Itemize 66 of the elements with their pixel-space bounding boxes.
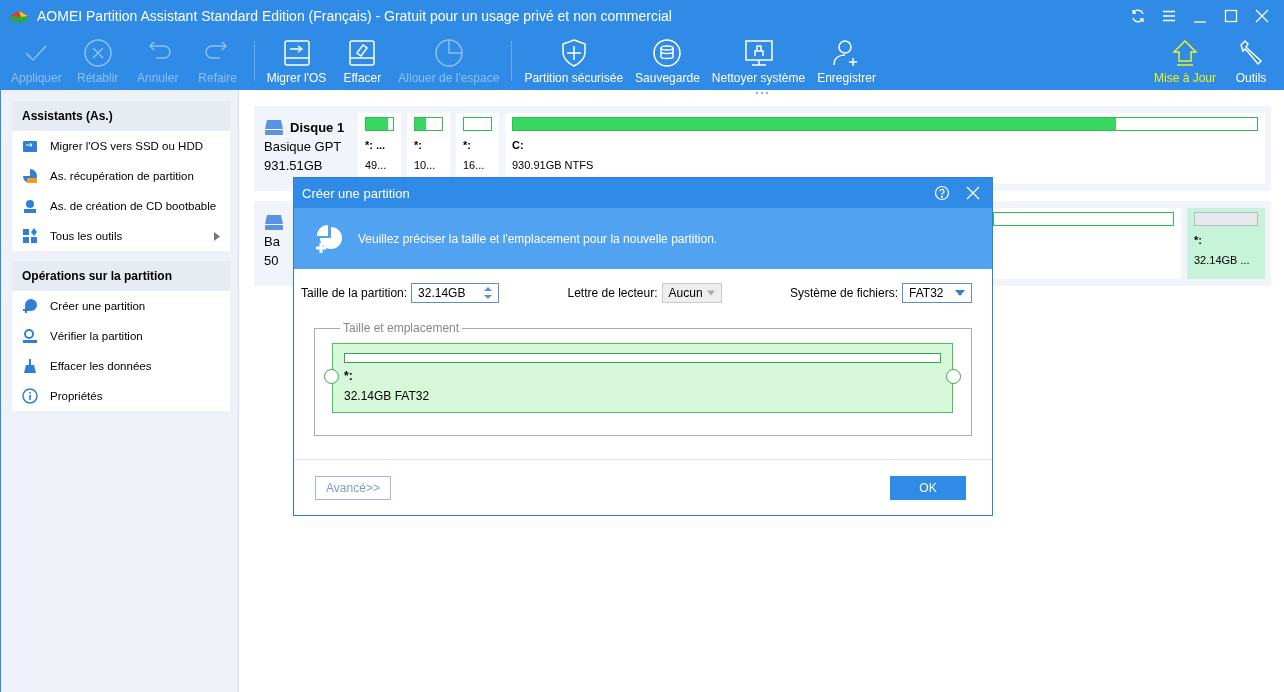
partition-info: 32.14GB FAT32 <box>344 389 431 403</box>
sidebar-item[interactable]: As. récupération de partition <box>12 161 230 191</box>
file-system-dropdown[interactable]: FAT32 <box>902 283 972 303</box>
info-icon <box>22 388 38 404</box>
usage-bar <box>463 117 492 131</box>
dropdown-arrow-icon <box>955 290 965 296</box>
field-label: Taille de la partition: <box>301 286 408 300</box>
sidebar-item[interactable]: Vérifier la partition <box>12 321 230 351</box>
field-label: Système de fichiers: <box>789 286 898 300</box>
partition-letter: *: <box>1194 234 1203 246</box>
section-header: Assistants (As.) <box>12 101 230 131</box>
sidebar-item[interactable]: Migrer l'OS vers SSD ou HDD <box>12 131 230 161</box>
disk-size: 931.51GB <box>264 158 324 173</box>
partition-info: 10... <box>414 159 437 171</box>
toolbar-button[interactable]: Outils <box>1222 37 1280 85</box>
sidebar-item[interactable]: As. de création de CD bootbable <box>12 191 230 221</box>
partition-letter: *: <box>463 139 472 151</box>
toolbar-button[interactable]: Sauvegarde <box>629 37 706 85</box>
spinner-arrows-icon <box>484 286 493 300</box>
grid-icon <box>22 228 38 244</box>
toolbar-button[interactable]: Effacer <box>332 37 393 85</box>
ok-button[interactable]: OK <box>890 475 966 500</box>
partition-letter: *: <box>344 369 354 383</box>
field-label: Lettre de lecteur: <box>567 286 658 300</box>
disk-type: Ba <box>264 234 281 249</box>
refresh-icon[interactable] <box>1130 8 1146 24</box>
group-title: Taille et emplacement <box>342 321 461 335</box>
toolbar-button[interactable]: Migrer l'OS <box>260 37 333 85</box>
disk-name: Disque 1 <box>290 119 345 135</box>
sidebar-item[interactable]: Effacer les données <box>12 351 230 381</box>
dropdown-arrow-icon <box>706 290 715 296</box>
sidebar-item[interactable]: Propriétés <box>12 381 230 411</box>
disk-type: Basique GPT <box>264 139 343 154</box>
drive-icon <box>264 119 284 135</box>
partition-letter: *: ... <box>365 139 387 151</box>
disk-user-icon <box>22 198 38 214</box>
partition-block[interactable]: C: 930.91GB NTFS <box>505 113 1265 184</box>
partition-info: 16... <box>463 159 486 171</box>
disk-size: 50 <box>264 253 280 268</box>
drive-icon <box>264 214 284 230</box>
sidebar-item[interactable]: Créer une partition <box>12 291 230 321</box>
house-icon <box>1170 37 1200 68</box>
menu-icon[interactable] <box>1161 8 1177 24</box>
app-logo-icon <box>9 8 29 24</box>
broom-icon <box>22 358 38 374</box>
section-header: Opérations sur la partition <box>12 261 230 291</box>
partition-letter: *: <box>414 139 423 151</box>
partition-info: 930.91GB NTFS <box>512 159 595 171</box>
magnifier-drive-icon <box>22 328 38 344</box>
sidebar-item[interactable]: Tous les outils <box>12 221 230 251</box>
toolbar-button[interactable]: Nettoyer système <box>705 37 812 85</box>
partition-size-field[interactable]: 32.14GB <box>411 283 500 303</box>
toolbar-button[interactable]: Enregistrer <box>811 37 882 85</box>
usage-bar <box>1194 212 1258 226</box>
toolbar-button[interactable]: Partition sécurisée <box>518 37 630 85</box>
dialog-message: Veuillez préciser la taille et l'emplacement pour la nouvelle partition. <box>358 231 718 246</box>
help-icon[interactable] <box>934 185 950 201</box>
partition-info: 49... <box>365 159 388 171</box>
partition-block[interactable]: *: 32.14GB ... <box>1187 208 1265 279</box>
close-icon[interactable] <box>1254 8 1270 24</box>
window-title: AOMEI Partition Assistant Standard Edition (Français) - Gratuit pour un usage privé et non commercial <box>37 8 673 24</box>
partition-info: 32.14GB ... <box>1194 254 1251 266</box>
grip-icon[interactable] <box>756 92 768 95</box>
close-icon[interactable] <box>966 186 980 200</box>
partition-letter: C: <box>512 139 525 151</box>
maximize-icon[interactable] <box>1223 8 1239 24</box>
